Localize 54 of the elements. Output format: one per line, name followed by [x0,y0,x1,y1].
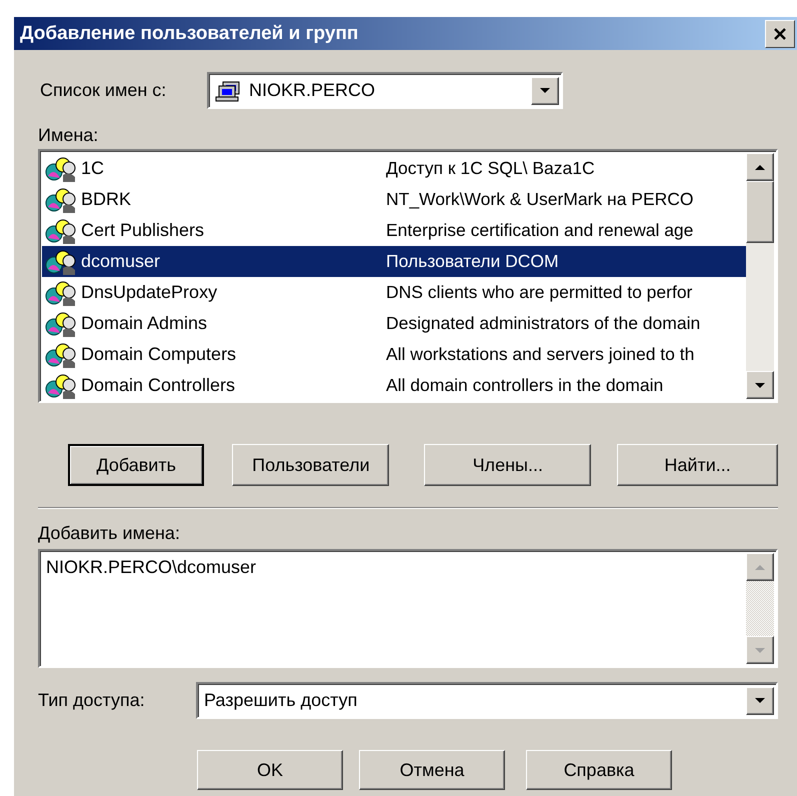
dialog-button[interactable]: Отмена [359,750,505,790]
list-label: Имена: [38,125,100,147]
list-row[interactable]: 1C Доступ к 1C SQL\ Baza1C [42,153,746,184]
group-description: DNS clients who are permitted to perfor [386,282,692,303]
field-label: Список имен с: [40,80,168,101]
list-row[interactable]: DnsUpdateProxy DNS clients who are permitted to perfor [42,277,746,308]
list-row[interactable]: Domain Admins Designated administrators of the domain [42,308,746,339]
group-description: NT_Work\Work & UserMark на PERCO [386,189,694,210]
list-row[interactable]: BDRK NT_Work\Work & UserMark на PERCO [42,184,746,215]
group-name: BDRK [81,189,132,210]
group-name: Domain Controllers [81,375,236,396]
window-title: Добавление пользователей и групп [20,22,358,44]
action-button[interactable]: Члены... [424,444,592,486]
group-description: Designated administrators of the domain [386,313,700,334]
group-description: All workstations and servers joined to th [386,344,694,365]
field-label: Добавить имена: [38,523,181,545]
field-label: Тип доступа: [38,690,146,711]
scroll-up-button[interactable] [746,153,774,181]
group-description: All domain controllers in the domain [386,375,664,396]
list-row[interactable]: dcomuser Пользователи DCOM [42,246,746,277]
group-name: Domain Admins [81,313,208,334]
close-button[interactable] [765,20,795,48]
action-button[interactable]: Добавить [68,444,204,486]
dialog-button[interactable]: Справка [526,750,672,790]
triangle-icon [753,695,767,706]
dropdown-arrow-button[interactable] [746,686,774,714]
group-name: 1C [81,158,106,179]
dialog-button[interactable]: OK [197,750,343,790]
action-button[interactable]: Найти... [617,444,778,486]
triangle-icon [538,85,552,96]
group-description: Enterprise certification and renewal age [386,220,694,241]
scrollbar[interactable] [746,153,774,399]
action-button[interactable]: Пользователи [232,444,390,486]
group-name: Domain Computers [81,344,238,365]
access-type-dropdown[interactable]: Разрешить доступ [196,682,778,719]
group-description: Пользователи DCOM [386,251,559,272]
domain-dropdown[interactable]: NIOKR.PERCO [207,72,563,109]
scroll-thumb[interactable] [746,181,774,243]
group-name: Cert Publishers [81,220,206,241]
scroll-down-button[interactable] [746,636,774,664]
group-name: dcomuser [81,251,162,272]
group-description: Доступ к 1C SQL\ Baza1C [386,158,595,179]
input-value: NIOKR.PERCO\dcomuser [45,556,258,579]
dropdown-value: Разрешить доступ [203,690,358,711]
list-row[interactable]: Domain Controllers All domain controllers in the domain [42,370,746,399]
scroll-up-button[interactable] [746,553,774,581]
dropdown-value: NIOKR.PERCO [248,80,376,101]
close-icon [773,28,787,40]
group-name: DnsUpdateProxy [81,282,218,303]
list-row[interactable]: Domain Computers All workstations and servers joined to th [42,339,746,370]
scroll-down-button[interactable] [746,371,774,399]
list-row[interactable]: Cert Publishers Enterprise certification and renewal age [42,215,746,246]
names-input-field[interactable]: NIOKR.PERCO\dcomuser [38,549,778,668]
dropdown-arrow-button[interactable] [531,76,559,104]
